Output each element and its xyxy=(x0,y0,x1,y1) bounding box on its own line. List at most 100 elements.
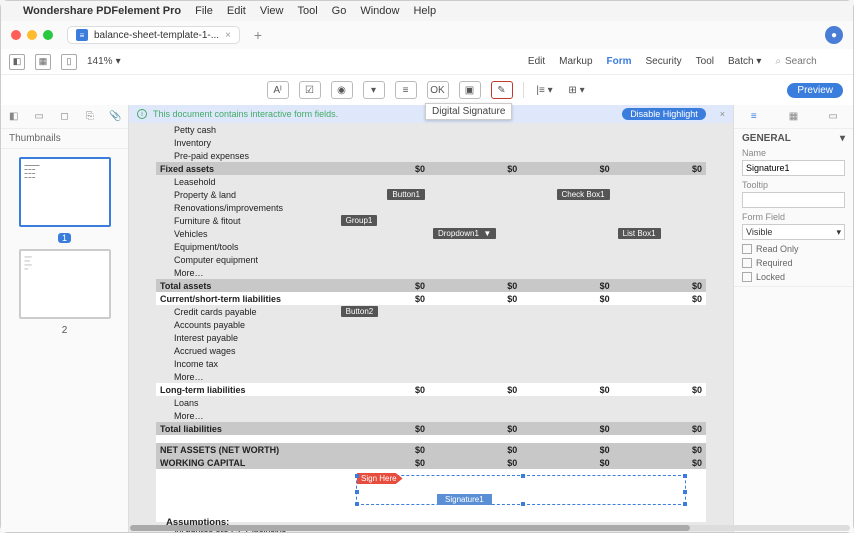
search-input[interactable] xyxy=(785,56,845,67)
tab-security[interactable]: Security xyxy=(646,56,682,67)
row-reno: Renovations/improvements xyxy=(156,201,337,214)
dropdown-tool[interactable]: ▾ xyxy=(363,81,385,99)
user-avatar[interactable]: ● xyxy=(825,26,843,44)
signature-field[interactable]: Sign Here Signature1 xyxy=(356,475,686,505)
main-toolbar: ◧ ▦ ▯ 141%▾ Edit Markup Form Security To… xyxy=(1,49,853,75)
form-group1[interactable]: Group1 xyxy=(341,215,378,226)
tab-markup[interactable]: Markup xyxy=(559,56,592,67)
row-leasehold: Leasehold xyxy=(156,175,337,188)
form-button2[interactable]: Button2 xyxy=(341,306,379,317)
checkbox-tool[interactable]: ☑ xyxy=(299,81,321,99)
required-checkbox[interactable]: Required xyxy=(742,258,845,268)
menu-help[interactable]: Help xyxy=(413,5,436,17)
outline-icon[interactable]: ◻ xyxy=(57,110,71,124)
row-working: WORKING CAPITAL xyxy=(156,456,337,469)
maximize-icon[interactable] xyxy=(43,30,53,40)
preview-button[interactable]: Preview xyxy=(787,83,843,98)
formfield-select[interactable]: Visible▾ xyxy=(742,224,845,240)
bookmarks-icon[interactable]: ▭ xyxy=(32,110,46,124)
chevron-down-icon: ▾ xyxy=(836,227,841,238)
row-property: Property & land xyxy=(156,188,337,201)
new-tab-button[interactable]: + xyxy=(248,27,268,43)
thumbnail-page-2[interactable]: ━━━━━━━━━━━━━ xyxy=(19,249,111,319)
properties-panel: ≡ ▦ ▭ GENERAL▾ Name Tooltip Form Field V… xyxy=(733,105,853,532)
close-icon[interactable] xyxy=(11,30,21,40)
signature-tool[interactable]: ✎ xyxy=(491,81,513,99)
text-field-tool[interactable]: Aᴵ xyxy=(267,81,289,99)
search-box[interactable]: ⌕ xyxy=(775,56,845,67)
zoom-control[interactable]: 141%▾ xyxy=(87,56,121,67)
thumbnails-icon[interactable]: ◧ xyxy=(7,110,21,124)
titlebar: ≡ balance-sheet-template-1-... × + ● xyxy=(1,21,853,49)
button-tool[interactable]: OK xyxy=(427,81,449,99)
doc-scroll[interactable]: Petty cash Inventory Pre-paid expenses F… xyxy=(129,123,733,532)
form-dropdown1[interactable]: Dropdown1 ▼ xyxy=(433,228,496,239)
properties-appearance-icon[interactable]: ▦ xyxy=(786,110,800,124)
page-num-2: 2 xyxy=(62,325,68,336)
row-long-liab: Long-term liabilities xyxy=(156,383,337,396)
info-text: This document contains interactive form … xyxy=(153,109,338,119)
menu-tool[interactable]: Tool xyxy=(297,5,317,17)
window-controls xyxy=(11,30,53,40)
menu-view[interactable]: View xyxy=(260,5,284,17)
sidebar-toggle-icon[interactable]: ◧ xyxy=(9,54,25,70)
row-petty: Petty cash xyxy=(156,123,337,136)
form-checkbox1[interactable]: Check Box1 xyxy=(557,189,610,200)
radio-tool[interactable]: ◉ xyxy=(331,81,353,99)
menu-edit[interactable]: Edit xyxy=(227,5,246,17)
tab-title: balance-sheet-template-1-... xyxy=(94,30,219,41)
tab-form[interactable]: Form xyxy=(607,56,632,67)
tab-tool[interactable]: Tool xyxy=(696,56,714,67)
disable-highlight-button[interactable]: Disable Highlight xyxy=(622,108,706,120)
listbox-tool[interactable]: ≡ xyxy=(395,81,417,99)
menu-go[interactable]: Go xyxy=(332,5,347,17)
row-income: Income tax xyxy=(156,357,337,370)
menu-window[interactable]: Window xyxy=(360,5,399,17)
locked-checkbox[interactable]: Locked xyxy=(742,272,845,282)
form-listbox1[interactable]: List Box1 xyxy=(618,228,661,239)
document-tab[interactable]: ≡ balance-sheet-template-1-... × xyxy=(67,26,240,44)
row-accrued: Accrued wages xyxy=(156,344,337,357)
tooltip: Digital Signature xyxy=(425,103,512,120)
row-more3: More… xyxy=(156,409,337,422)
row-equip: Equipment/tools xyxy=(156,240,337,253)
row-more2: More… xyxy=(156,370,337,383)
clip-icon[interactable]: 📎 xyxy=(108,110,122,124)
row-furniture: Furniture & fitout xyxy=(156,214,337,227)
tab-close-icon[interactable]: × xyxy=(225,30,231,41)
name-input[interactable] xyxy=(742,160,845,176)
chevron-down-icon[interactable]: ▾ xyxy=(840,133,845,144)
thumbnail-page-1[interactable]: ▬▬▬▬▬▬ ▬ ▬▬ ▬ ▬▬ ▬ ▬ xyxy=(19,157,111,227)
app-name[interactable]: Wondershare PDFelement Pro xyxy=(23,5,181,17)
properties-general-icon[interactable]: ≡ xyxy=(747,110,761,124)
info-close-icon[interactable]: × xyxy=(720,109,725,119)
grid-view-icon[interactable]: ▦ xyxy=(35,54,51,70)
more-tool[interactable]: ⊞ ▾ xyxy=(566,81,588,99)
tab-edit[interactable]: Edit xyxy=(528,56,545,67)
image-tool[interactable]: ▣ xyxy=(459,81,481,99)
row-loans: Loans xyxy=(156,396,337,409)
row-prepaid: Pre-paid expenses xyxy=(156,149,337,162)
tooltip-input[interactable] xyxy=(742,192,845,208)
row-cur-liab: Current/short-term liabilities xyxy=(156,292,337,305)
formfield-label: Form Field xyxy=(742,212,845,222)
sign-here-flag: Sign Here xyxy=(357,473,403,484)
row-inventory: Inventory xyxy=(156,136,337,149)
menu-file[interactable]: File xyxy=(195,5,213,17)
page-view-icon[interactable]: ▯ xyxy=(61,54,77,70)
row-interest: Interest payable xyxy=(156,331,337,344)
align-tool[interactable]: |≡ ▾ xyxy=(534,81,556,99)
attachments-icon[interactable]: ⎘ xyxy=(83,110,97,124)
minimize-icon[interactable] xyxy=(27,30,37,40)
horizontal-scrollbar[interactable] xyxy=(130,525,850,531)
general-header[interactable]: GENERAL xyxy=(742,133,791,144)
properties-actions-icon[interactable]: ▭ xyxy=(826,110,840,124)
page-badge-1: 1 xyxy=(58,233,71,243)
menubar: Wondershare PDFelement Pro File Edit Vie… xyxy=(1,1,853,21)
tab-batch[interactable]: Batch ▾ xyxy=(728,56,761,67)
search-icon: ⌕ xyxy=(775,56,781,67)
info-icon: i xyxy=(137,109,147,119)
row-accounts: Accounts payable xyxy=(156,318,337,331)
readonly-checkbox[interactable]: Read Only xyxy=(742,244,845,254)
form-button1[interactable]: Button1 xyxy=(387,189,425,200)
